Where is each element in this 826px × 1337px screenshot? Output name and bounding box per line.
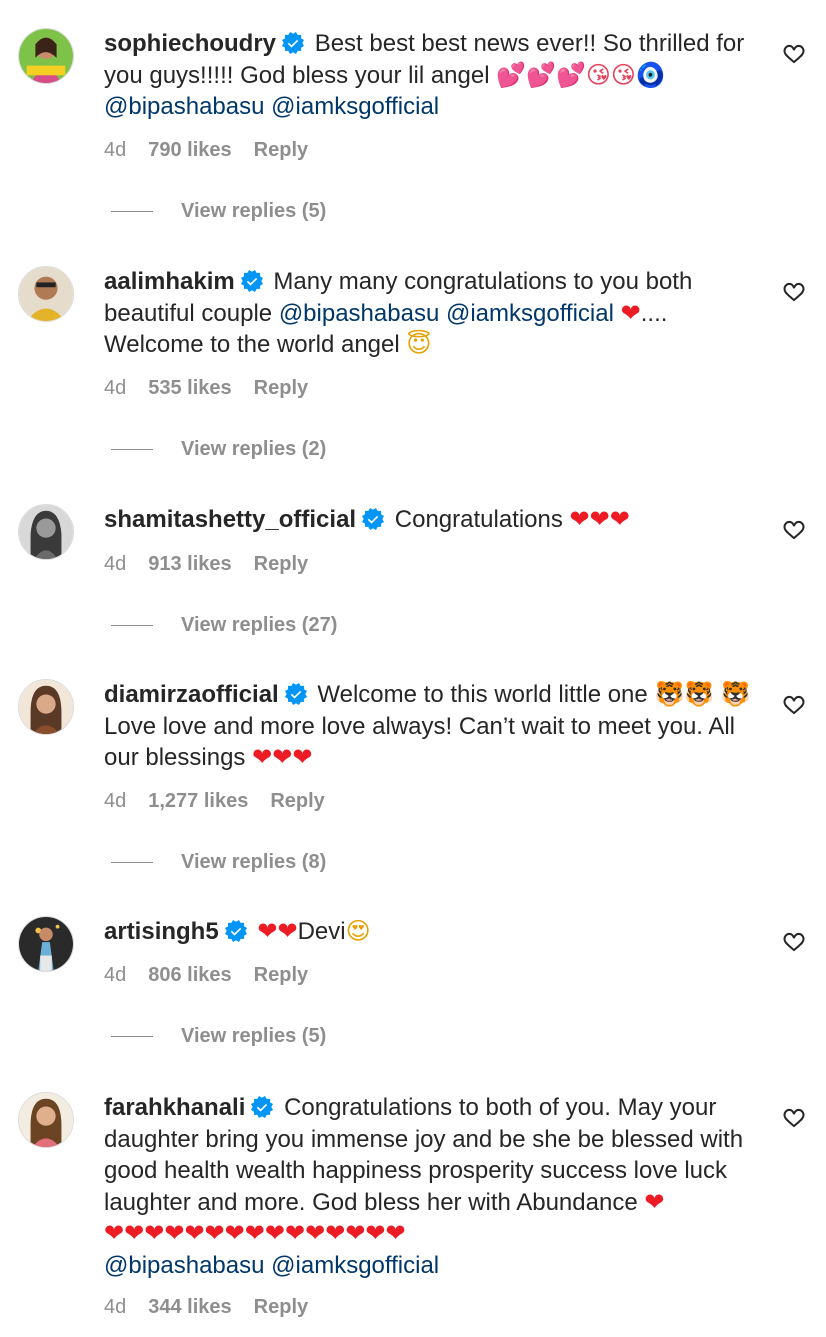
comment-text: Love love and more love always! Can’t wa… (104, 712, 735, 772)
comment-text: Welcome to the world angel (104, 331, 400, 358)
hearts-emoji: ❤❤❤❤❤❤❤❤❤❤❤❤❤❤❤ (104, 1219, 406, 1247)
comment-text: Welcome to this world little one (317, 681, 648, 708)
reply-button[interactable]: Reply (254, 1296, 308, 1318)
verified-badge-icon (362, 508, 384, 530)
comment-username[interactable]: aalimhakim (104, 268, 235, 295)
comment-emojis: 💕💕💕😘😘🧿 (496, 60, 666, 89)
likes-count[interactable]: 344 likes (148, 1296, 231, 1318)
verified-badge-icon (241, 270, 263, 292)
mention-link[interactable]: @bipashabasu (279, 300, 439, 327)
comment-username[interactable]: artisingh5 (104, 918, 219, 945)
comment-username[interactable]: diamirzaofficial (104, 681, 279, 708)
heart-outline-icon[interactable] (782, 930, 806, 954)
heart-outline-icon[interactable] (782, 42, 806, 66)
comment-text: Devi (297, 918, 346, 945)
avatar[interactable] (18, 504, 74, 560)
comment-username[interactable]: shamitashetty_official (104, 506, 356, 533)
comment-text: .... (640, 299, 668, 327)
heart-emoji: ❤ (644, 1187, 665, 1216)
verified-badge-icon (285, 683, 307, 705)
view-replies-label: View replies (5) (181, 200, 327, 222)
verified-badge-icon (282, 32, 304, 54)
comment-time: 4d (104, 964, 127, 986)
avatar-image (19, 267, 73, 321)
view-replies-label: View replies (2) (181, 438, 327, 460)
hearts-emoji: ❤❤ (257, 917, 298, 945)
comment-username[interactable]: farahkhanali (104, 1094, 245, 1121)
mention-link[interactable]: @iamksgofficial (271, 1252, 439, 1279)
mention-link[interactable]: @iamksgofficial (446, 300, 614, 327)
mention-link[interactable]: @bipashabasu (104, 93, 264, 120)
reply-button[interactable]: Reply (270, 790, 324, 812)
view-replies-label: View replies (5) (181, 1025, 327, 1047)
avatar-image (19, 29, 73, 83)
reply-button[interactable]: Reply (254, 139, 308, 161)
heart-emoji: ❤ (620, 298, 641, 327)
avatar[interactable] (18, 1092, 74, 1148)
heart-outline-icon[interactable] (782, 1106, 806, 1130)
heart-eyes-emoji: 😍 (345, 917, 371, 945)
angel-emoji: 😇 (406, 330, 432, 358)
avatar[interactable] (18, 266, 74, 322)
comment-time: 4d (104, 553, 127, 575)
avatar[interactable] (18, 28, 74, 84)
hearts-emoji: ❤❤❤ (569, 505, 630, 533)
likes-count[interactable]: 806 likes (148, 964, 231, 986)
reply-button[interactable]: Reply (254, 553, 308, 575)
verified-badge-icon (251, 1096, 273, 1118)
comment-text: Congratulations (394, 506, 563, 533)
avatar-image (19, 680, 73, 734)
avatar-image (19, 505, 73, 559)
reply-button[interactable]: Reply (254, 964, 308, 986)
reply-button[interactable]: Reply (254, 377, 308, 399)
likes-count[interactable]: 1,277 likes (148, 790, 248, 812)
view-replies-label: View replies (8) (181, 851, 327, 873)
mention-link[interactable]: @iamksgofficial (271, 93, 439, 120)
comment-time: 4d (104, 790, 127, 812)
view-replies-button[interactable]: View replies (27) (111, 614, 337, 637)
view-replies-button[interactable]: View replies (5) (111, 200, 326, 223)
verified-badge-icon (225, 920, 247, 942)
view-replies-button[interactable]: View replies (2) (111, 438, 326, 461)
mention-link[interactable]: @bipashabasu (104, 1252, 264, 1279)
avatar-image (19, 917, 73, 971)
view-replies-button[interactable]: View replies (8) (111, 851, 326, 874)
likes-count[interactable]: 790 likes (148, 139, 231, 161)
replies-divider (111, 449, 153, 451)
heart-outline-icon[interactable] (782, 693, 806, 717)
replies-divider (111, 625, 153, 627)
likes-count[interactable]: 535 likes (148, 377, 231, 399)
comment-time: 4d (104, 1296, 127, 1318)
likes-count[interactable]: 913 likes (148, 553, 231, 575)
tiger-emoji: 🐯🐯 (654, 680, 715, 708)
hearts-emoji: ❤❤❤ (252, 743, 313, 771)
comment-time: 4d (104, 139, 127, 161)
comment-time: 4d (104, 377, 127, 399)
avatar[interactable] (18, 916, 74, 972)
view-replies-label: View replies (27) (181, 614, 338, 636)
tiger-emoji: 🐯 (720, 680, 751, 708)
heart-outline-icon[interactable] (782, 280, 806, 304)
replies-divider (111, 1036, 153, 1038)
comment-username[interactable]: sophiechoudry (104, 30, 276, 57)
avatar[interactable] (18, 679, 74, 735)
avatar-image (19, 1093, 73, 1147)
replies-divider (111, 211, 153, 213)
view-replies-button[interactable]: View replies (5) (111, 1025, 326, 1048)
heart-outline-icon[interactable] (782, 518, 806, 542)
replies-divider (111, 862, 153, 864)
